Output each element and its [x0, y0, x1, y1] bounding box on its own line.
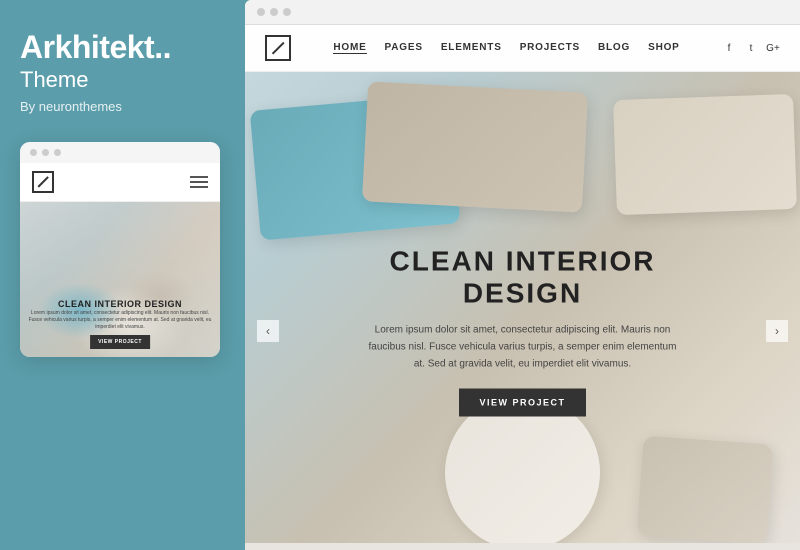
pillow-taupe — [637, 436, 774, 543]
google-plus-icon[interactable]: G+ — [766, 41, 780, 55]
nav-link-home[interactable]: HOME — [333, 42, 366, 54]
browser-dot-2 — [270, 8, 278, 16]
hero-description: Lorem ipsum dolor sit amet, consectetur … — [363, 322, 683, 373]
nav-link-pages[interactable]: PAGES — [385, 42, 423, 54]
nav-link-projects[interactable]: PROJECTS — [520, 42, 580, 54]
carousel-arrow-right[interactable]: › — [766, 320, 788, 342]
mobile-browser-chrome — [20, 142, 220, 163]
mobile-dot-1 — [30, 149, 37, 156]
theme-subtitle: Theme — [20, 67, 88, 93]
carousel-arrow-left[interactable]: ‹ — [257, 320, 279, 342]
mobile-hero-description: Lorem ipsum dolor sit amet, consectetur … — [28, 310, 212, 331]
browser-dot-3 — [283, 8, 291, 16]
mobile-nav-bar — [20, 163, 220, 202]
mobile-view-project-button[interactable]: VIEW PROJECT — [90, 335, 150, 349]
pillow-cream — [613, 94, 797, 215]
pillow-beige — [362, 81, 588, 212]
mobile-pillow-background — [20, 202, 220, 357]
mobile-dot-3 — [54, 149, 61, 156]
hero-heading: CLEAN INTERIOR DESIGN — [325, 246, 720, 310]
theme-title: Arkhitekt.. — [20, 30, 171, 65]
left-panel: Arkhitekt.. Theme By neuronthemes CLEAN … — [0, 0, 245, 550]
desktop-logo-icon — [265, 35, 291, 61]
browser-dot-1 — [257, 8, 265, 16]
nav-link-blog[interactable]: BLOG — [598, 42, 630, 54]
mobile-preview-card: CLEAN INTERIOR DESIGN Lorem ipsum dolor … — [20, 142, 220, 357]
browser-chrome — [245, 0, 800, 25]
mobile-hero-heading: CLEAN INTERIOR DESIGN — [20, 299, 220, 309]
right-panel: HOME PAGES ELEMENTS PROJECTS BLOG SHOP f… — [245, 0, 800, 550]
facebook-icon[interactable]: f — [722, 41, 736, 55]
hero-text-overlay: CLEAN INTERIOR DESIGN Lorem ipsum dolor … — [325, 246, 720, 417]
desktop-nav: HOME PAGES ELEMENTS PROJECTS BLOG SHOP f… — [245, 25, 800, 72]
mobile-hero-section: CLEAN INTERIOR DESIGN Lorem ipsum dolor … — [20, 202, 220, 357]
desktop-hero-section: ‹ CLEAN INTERIOR DESIGN Lorem ipsum dolo… — [245, 72, 800, 543]
mobile-logo-icon — [32, 171, 54, 193]
pillow-round-large — [445, 395, 600, 543]
desktop-nav-links: HOME PAGES ELEMENTS PROJECTS BLOG SHOP — [333, 42, 679, 54]
mobile-dot-2 — [42, 149, 49, 156]
nav-link-elements[interactable]: ELEMENTS — [441, 42, 502, 54]
mobile-hamburger-icon — [190, 176, 208, 188]
desktop-social-links: f t G+ — [722, 41, 780, 55]
twitter-icon[interactable]: t — [744, 41, 758, 55]
desktop-preview: HOME PAGES ELEMENTS PROJECTS BLOG SHOP f… — [245, 25, 800, 543]
nav-link-shop[interactable]: SHOP — [648, 42, 680, 54]
theme-author: By neuronthemes — [20, 99, 122, 114]
view-project-button[interactable]: VIEW PROJECT — [459, 389, 585, 417]
